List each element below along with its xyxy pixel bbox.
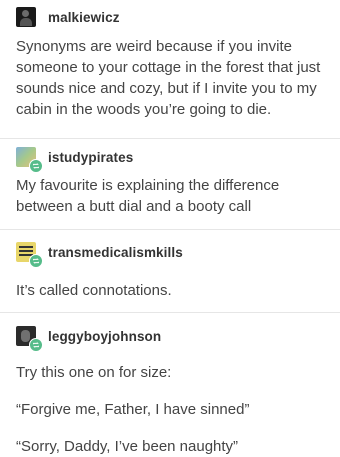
- user-avatar-icon[interactable]: [16, 242, 43, 268]
- post-header: transmedicalismkills: [16, 241, 183, 268]
- user-avatar-icon[interactable]: [16, 326, 43, 352]
- post-text: “Forgive me, Father, I have sinned”: [16, 401, 250, 418]
- post-body: It’s called connotations.: [16, 280, 328, 301]
- username[interactable]: istudypirates: [48, 150, 133, 165]
- post-body: Try this one on for size: “Forgive me, F…: [16, 362, 328, 457]
- reblog-icon: [29, 254, 43, 268]
- separator: [0, 312, 340, 313]
- post-text: Synonyms are weird because if you invite…: [16, 38, 321, 118]
- post-header: malkiewicz: [16, 6, 120, 28]
- user-avatar-icon[interactable]: [16, 147, 43, 173]
- post-text: It’s called connotations.: [16, 282, 172, 299]
- post-text: “Sorry, Daddy, I’ve been naughty”: [16, 438, 239, 455]
- separator: [0, 138, 340, 139]
- post-text: Try this one on for size:: [16, 364, 172, 381]
- reblog-icon: [29, 338, 43, 352]
- post-header: leggyboyjohnson: [16, 325, 161, 352]
- username[interactable]: transmedicalismkills: [48, 245, 183, 260]
- post-body: Synonyms are weird because if you invite…: [16, 36, 328, 120]
- user-avatar-icon[interactable]: [16, 7, 36, 27]
- post-header: istudypirates: [16, 146, 133, 173]
- post-body: My favourite is explaining the differenc…: [16, 175, 328, 217]
- username[interactable]: malkiewicz: [48, 10, 120, 25]
- reblog-icon: [29, 159, 43, 173]
- separator: [0, 229, 340, 230]
- username[interactable]: leggyboyjohnson: [48, 329, 161, 344]
- post-text: My favourite is explaining the differenc…: [16, 177, 280, 215]
